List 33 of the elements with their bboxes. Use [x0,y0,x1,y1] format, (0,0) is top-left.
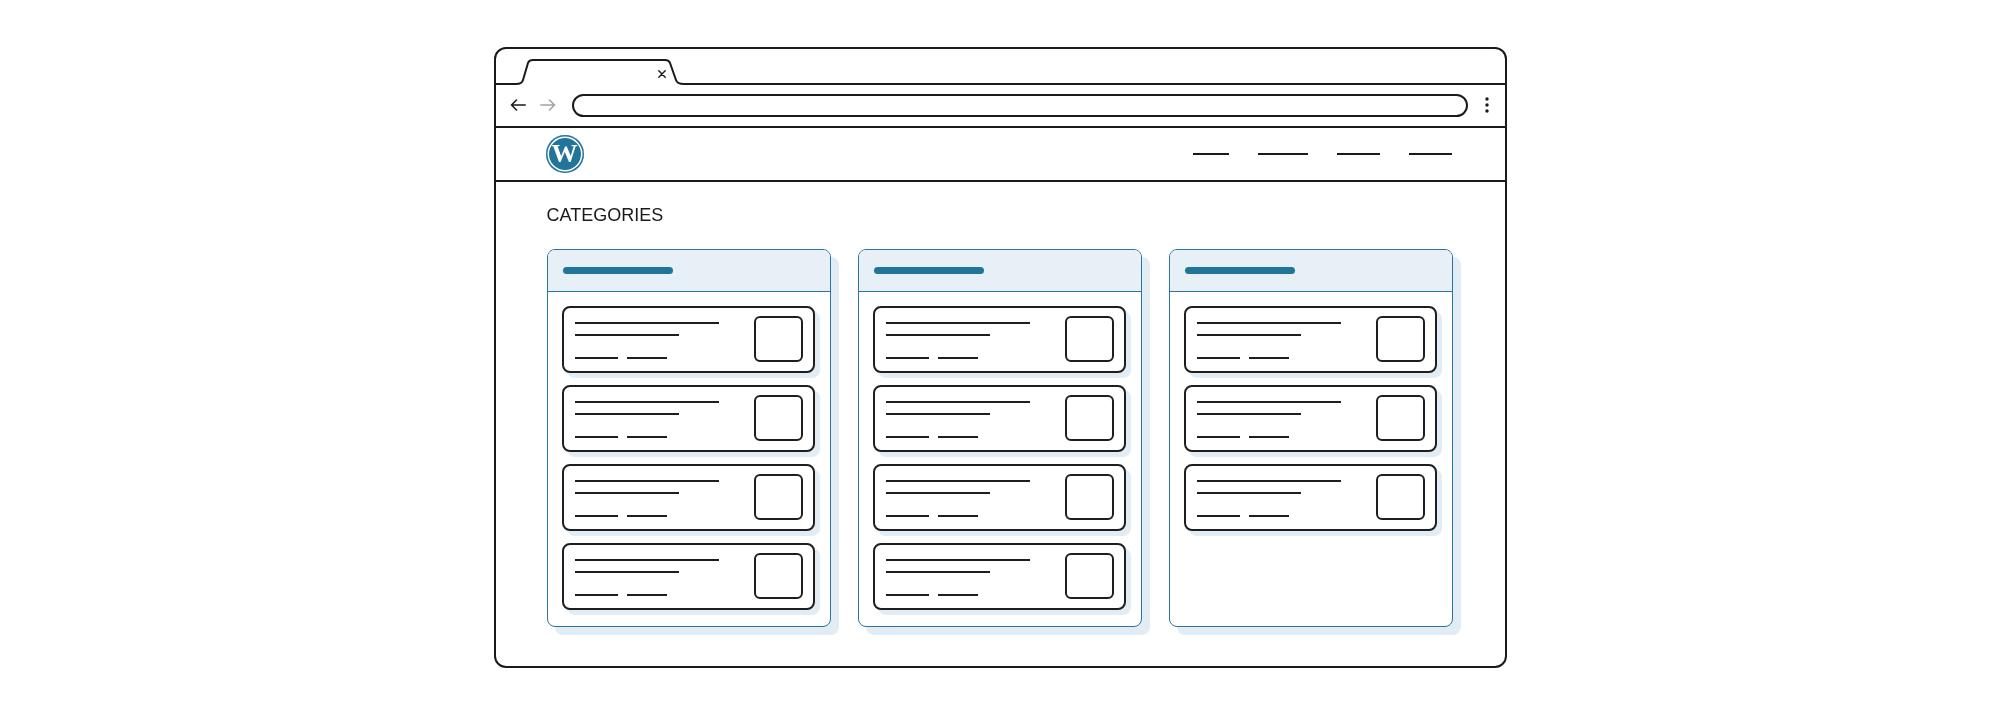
meta-line [575,436,618,438]
meta-line [1197,436,1240,438]
meta-line [627,515,667,517]
meta-line [1249,436,1289,438]
meta-line [938,515,978,517]
meta-line [886,594,929,596]
meta-line [886,357,929,359]
meta-line [1197,515,1240,517]
meta-line [938,357,978,359]
nav-link-line[interactable] [1257,152,1308,155]
nav-link-line[interactable] [1408,152,1452,155]
meta-line [627,594,667,596]
meta-line [1249,357,1289,359]
meta-line [1197,357,1240,359]
address-bar[interactable] [571,93,1468,117]
meta-line [575,594,618,596]
meta-line [575,515,618,517]
meta-line [886,436,929,438]
meta-line [938,594,978,596]
meta-line [938,436,978,438]
back-arrow-icon[interactable] [509,99,526,111]
meta-line [886,515,929,517]
site-logo[interactable]: W [545,134,584,173]
close-icon[interactable] [657,69,666,78]
meta-line [1249,515,1289,517]
nav-link-line[interactable] [1192,152,1229,155]
meta-line [575,357,618,359]
menu-icon[interactable] [1484,97,1489,113]
nav-link-line[interactable] [1336,152,1380,155]
meta-line [627,357,667,359]
page-heading: CATEGORIES [546,203,664,226]
meta-line [627,436,667,438]
browser-tab[interactable] [514,58,685,85]
